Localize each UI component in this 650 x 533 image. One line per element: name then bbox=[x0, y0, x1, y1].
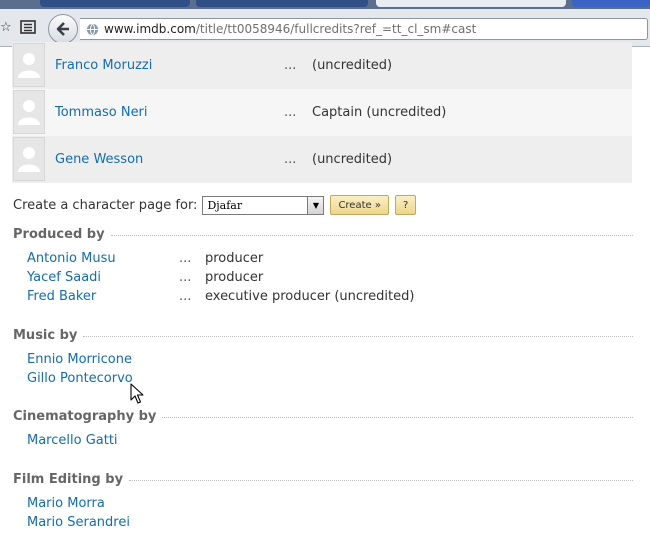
credit-name-link[interactable]: Yacef Saadi bbox=[27, 270, 101, 285]
credit-name-link[interactable]: Fred Baker bbox=[27, 289, 96, 304]
cast-character: Captain (uncredited) bbox=[312, 105, 447, 120]
credit-name-link[interactable]: Gillo Pontecorvo bbox=[27, 371, 133, 386]
section-divider bbox=[162, 417, 633, 418]
cast-character: (uncredited) bbox=[312, 58, 393, 73]
section-title: Produced by bbox=[13, 226, 105, 242]
section-title: Cinematography by bbox=[13, 408, 157, 424]
credit-role: executive producer (uncredited) bbox=[205, 289, 415, 304]
browser-tab[interactable] bbox=[572, 0, 650, 7]
cast-name-link[interactable]: Gene Wesson bbox=[55, 152, 143, 167]
avatar-placeholder-icon[interactable] bbox=[13, 90, 45, 134]
credit-name-link[interactable]: Ennio Morricone bbox=[27, 352, 132, 367]
section-header-produced-by: Produced by bbox=[13, 226, 633, 242]
credit-dots: ... bbox=[179, 270, 192, 285]
credit-name-link[interactable]: Antonio Musu bbox=[27, 251, 116, 266]
credit-name-link[interactable]: Mario Morra bbox=[27, 496, 105, 511]
section-title: Music by bbox=[13, 327, 78, 343]
mouse-cursor-icon bbox=[130, 383, 144, 404]
section-header-cinematography-by: Cinematography by bbox=[13, 408, 633, 424]
cast-dots: ... bbox=[284, 58, 297, 73]
arrow-left-icon bbox=[56, 22, 69, 36]
character-select-value: Djafar bbox=[207, 198, 243, 212]
list-item: Mario Serandrei bbox=[27, 515, 627, 533]
section-header-film-editing-by: Film Editing by bbox=[13, 471, 633, 487]
character-page-form: Create a character page for: Djafar ▼ Cr… bbox=[13, 195, 417, 215]
url-host: www.imdb.com bbox=[104, 22, 196, 36]
browser-tab-active[interactable] bbox=[376, 0, 566, 7]
reader-icon[interactable] bbox=[20, 20, 36, 37]
cast-name-link[interactable]: Franco Moruzzi bbox=[55, 58, 152, 73]
credit-name-link[interactable]: Marcello Gatti bbox=[27, 433, 118, 448]
character-page-label: Create a character page for: bbox=[13, 197, 198, 213]
tab-strip bbox=[0, 0, 650, 9]
avatar-placeholder-icon[interactable] bbox=[13, 137, 45, 181]
list-item: Ennio Morricone bbox=[27, 352, 627, 370]
url-path: /title/tt0058946/fullcredits?ref_=tt_cl_… bbox=[195, 22, 477, 36]
cast-name-link[interactable]: Tommaso Neri bbox=[55, 105, 148, 120]
cast-dots: ... bbox=[284, 105, 297, 120]
list-item: Yacef Saadi ... producer bbox=[27, 270, 627, 288]
full-credits-page: Franco Moruzzi ... (uncredited) Tommaso … bbox=[0, 42, 650, 533]
browser-tab[interactable] bbox=[196, 0, 368, 7]
credit-role: producer bbox=[205, 251, 264, 266]
section-divider bbox=[83, 336, 633, 337]
credit-dots: ... bbox=[179, 289, 192, 304]
url-text: www.imdb.com/title/tt0058946/fullcredits… bbox=[104, 22, 476, 36]
table-row: Gene Wesson ... (uncredited) bbox=[12, 136, 632, 183]
section-divider bbox=[129, 480, 633, 481]
list-item: Marcello Gatti bbox=[27, 433, 627, 451]
list-item: Antonio Musu ... producer bbox=[27, 251, 627, 269]
star-icon[interactable]: ☆ bbox=[0, 21, 12, 34]
avatar-placeholder-icon[interactable] bbox=[13, 43, 45, 87]
cast-character: (uncredited) bbox=[312, 152, 393, 167]
table-row: Franco Moruzzi ... (uncredited) bbox=[12, 42, 632, 89]
character-select[interactable]: Djafar ▼ bbox=[202, 195, 325, 215]
list-item: Gillo Pontecorvo bbox=[27, 371, 627, 389]
list-item: Mario Morra bbox=[27, 496, 627, 514]
browser-toolbar: ☆ www.imdb.com/title/tt0058946/fullcredi… bbox=[0, 0, 650, 47]
cast-dots: ... bbox=[284, 152, 297, 167]
credit-dots: ... bbox=[179, 251, 192, 266]
list-item: Fred Baker ... executive producer (uncre… bbox=[27, 289, 627, 307]
help-button[interactable]: ? bbox=[394, 195, 417, 215]
dropdown-arrow-icon[interactable]: ▼ bbox=[307, 196, 324, 214]
table-row: Tommaso Neri ... Captain (uncredited) bbox=[12, 89, 632, 136]
back-button[interactable] bbox=[48, 14, 78, 44]
credit-role: producer bbox=[205, 270, 264, 285]
browser-tab[interactable] bbox=[40, 0, 190, 7]
address-bar[interactable]: www.imdb.com/title/tt0058946/fullcredits… bbox=[80, 18, 648, 40]
credit-name-link[interactable]: Mario Serandrei bbox=[27, 515, 130, 530]
section-divider bbox=[110, 235, 633, 236]
section-header-music-by: Music by bbox=[13, 327, 633, 343]
create-button[interactable]: Create » bbox=[330, 195, 389, 215]
section-title: Film Editing by bbox=[13, 471, 124, 487]
globe-icon bbox=[86, 23, 99, 35]
